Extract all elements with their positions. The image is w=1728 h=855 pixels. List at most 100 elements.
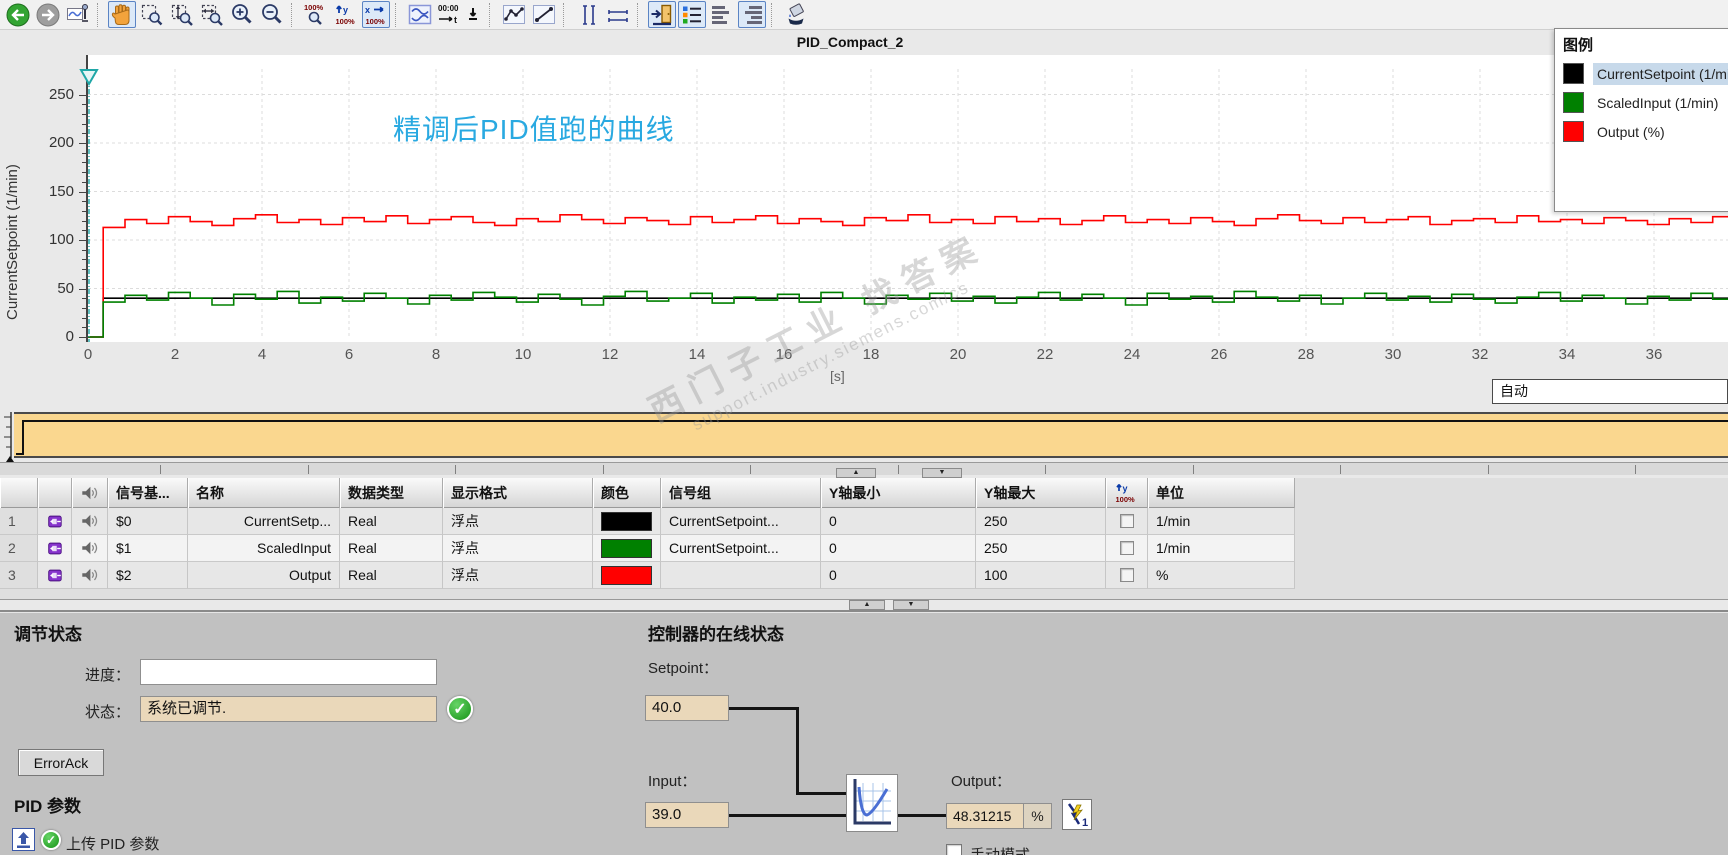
scale-checkbox[interactable] [1119,541,1134,555]
scale-checkbox[interactable] [1119,514,1134,528]
zoom-100-button[interactable]: 100% [302,1,330,28]
manual-mode-label: 手动模式 [970,844,1030,855]
cell-plug[interactable] [38,535,72,562]
table-row[interactable]: 2 $1 ScaledInput Real 浮点 CurrentSetpoint... 0 2… [0,535,1295,562]
zoom-region-vertical-button[interactable] [168,1,196,28]
y-tick [82,201,86,203]
cell-scale[interactable] [1106,508,1148,535]
interpolation-button[interactable] [530,1,558,28]
pan-hand-button[interactable] [108,1,136,28]
ruler-tick [1045,465,1046,474]
scale-y-100-button[interactable]: y 100% [332,1,360,28]
y-tick [79,240,86,241]
cell-ymax: 250 [976,535,1106,562]
cell-plug[interactable] [38,562,72,589]
ruler-tick [1193,465,1194,474]
plot-area[interactable] [88,55,1728,342]
input-field[interactable]: 39.0 [645,802,729,828]
zoom-region-button[interactable] [138,1,166,28]
signal-table: 信号基... 名称 数据类型 显示格式 颜色 信号组 Y轴最小 Y轴最大 y 100% 单位 1 $0… [0,478,1728,600]
setpoint-wire-h2 [796,792,848,795]
time-axis-button[interactable]: 00:00 t [436,1,484,28]
cell-color[interactable] [593,562,661,589]
cell-dtype: Real [340,535,443,562]
trace-pin-button[interactable] [64,1,92,28]
toolbar-separator [395,2,402,27]
legend-entry[interactable]: ScaledInput (1/min) [1555,88,1728,117]
overview-band[interactable] [14,412,1728,458]
y-tick [82,133,86,135]
cell-scale[interactable] [1106,535,1148,562]
legend-show-button[interactable] [678,1,706,28]
scale-x-100-button[interactable]: x 100% [362,1,390,28]
input-wire [729,814,848,817]
cell-unit: % [1148,562,1295,589]
legend-entry[interactable]: CurrentSetpoint (1/min) [1555,59,1728,88]
fit-curves-button[interactable] [406,1,434,28]
y-tick-label: 50 [57,279,74,297]
cell-dtype: Real [340,508,443,535]
color-swatch[interactable] [601,565,652,585]
splitter-down-button[interactable]: ▼ [922,468,962,478]
legend-right-icon [739,2,765,28]
samples-button[interactable] [500,1,528,28]
horizontal-rulers-icon [605,2,631,28]
color-swatch[interactable] [601,511,652,531]
cell-dtype: Real [340,562,443,589]
cell-ymin: 0 [821,535,976,562]
zoom-out-button[interactable] [258,1,286,28]
y-tick [79,288,86,290]
cell-num: 3 [0,562,38,589]
cell-speaker[interactable] [72,508,108,535]
scale-x-100-icon: x 100% [363,2,389,28]
splitter2-up-button[interactable]: ▲ [849,600,885,610]
back-arrow-button[interactable] [4,1,32,28]
trace-toolbar: 100% y 100% x 100% 00:00 t [0,0,1728,30]
zoom-region-horizontal-button[interactable] [198,1,226,28]
cell-speaker[interactable] [72,535,108,562]
cell-color[interactable] [593,508,661,535]
output-field: 48.31215 [946,803,1024,829]
legend-entry[interactable]: Output (%) [1555,117,1728,146]
table-row[interactable]: 3 $2 Output Real 浮点 0 100% [0,562,1295,589]
ruler-tick [160,465,161,474]
scale-checkbox[interactable] [1119,568,1134,582]
background-color-button[interactable] [782,1,810,28]
svg-text:100%: 100% [336,17,356,26]
legend-entry-label: Output (%) [1597,123,1665,140]
column-header-ymin: Y轴最小 [821,478,976,508]
legend-left-button[interactable] [708,1,736,28]
upload-pid-icon[interactable] [12,828,35,851]
signal-table-toggle-button[interactable] [648,1,676,28]
table-row[interactable]: 1 $0 CurrentSetp... Real 浮点 CurrentSetpoint..… [0,508,1295,535]
status-field: 系统已调节. [140,696,437,722]
cell-plug[interactable] [38,508,72,535]
cell-color[interactable] [593,535,661,562]
progress-field[interactable] [140,659,437,685]
ruler-cursor-handle[interactable] [79,68,99,86]
vertical-rulers-button[interactable] [574,1,602,28]
splitter2-down-button[interactable]: ▼ [893,600,929,610]
manual-mode-checkbox[interactable] [946,844,962,855]
column-header-scale: y 100% [1106,478,1148,508]
error-ack-button[interactable]: ErrorAck [18,749,104,776]
sampling-mode-dropdown[interactable]: 自动 [1492,379,1728,404]
overview-mini-axis [4,412,12,458]
y-tick [82,230,86,232]
cell-speaker[interactable] [72,562,108,589]
cell-scale[interactable] [1106,562,1148,589]
x-tick-label: 16 [775,346,793,363]
forward-arrow-button[interactable] [34,1,62,28]
cell-unit: 1/min [1148,535,1295,562]
y-tick [82,210,86,212]
zoom-in-button[interactable] [228,1,256,28]
cell-fmt: 浮点 [443,562,593,589]
splitter-up-button[interactable]: ▲ [836,468,876,478]
manual-value-button[interactable]: 1 [1062,799,1092,830]
cell-sig: $2 [108,562,188,589]
color-swatch[interactable] [601,538,652,558]
x-tick-label: 28 [1297,346,1315,363]
legend-right-button[interactable] [738,1,766,28]
setpoint-field[interactable]: 40.0 [645,695,729,721]
horizontal-rulers-button[interactable] [604,1,632,28]
